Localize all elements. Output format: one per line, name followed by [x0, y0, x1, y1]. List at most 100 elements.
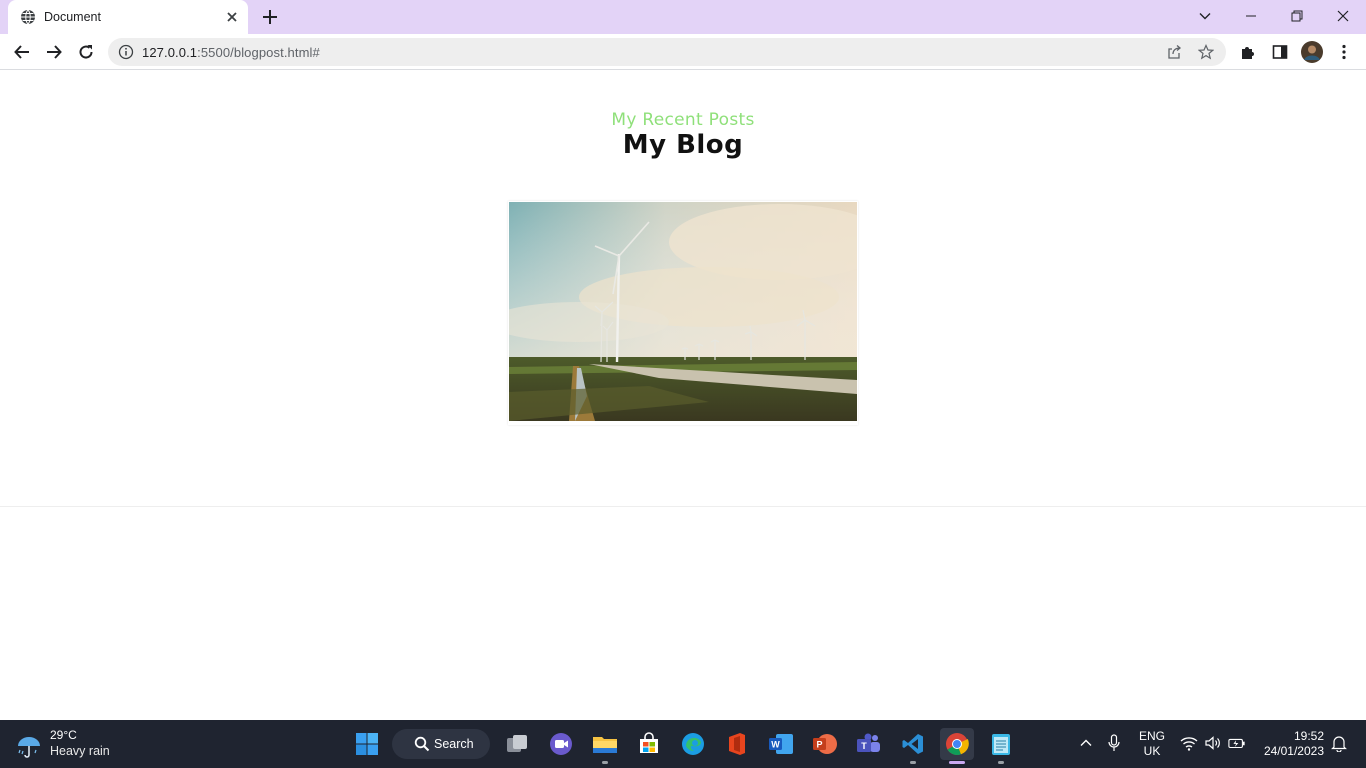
microphone-icon — [1108, 734, 1120, 751]
active-indicator — [949, 761, 965, 764]
close-icon[interactable] — [224, 9, 240, 25]
office-button[interactable] — [722, 728, 752, 760]
running-indicator — [602, 761, 608, 764]
side-panel-icon — [1272, 45, 1288, 59]
share-icon[interactable] — [1166, 44, 1182, 60]
restore-icon — [1291, 10, 1303, 22]
taskbar-search[interactable]: Search — [392, 729, 490, 759]
battery-button[interactable] — [1228, 734, 1246, 752]
windows-logo-icon — [356, 733, 378, 755]
umbrella-rain-icon — [18, 737, 40, 758]
tab-search-button[interactable] — [1193, 5, 1217, 27]
edge-icon — [682, 733, 704, 755]
word-button[interactable]: W — [766, 728, 796, 760]
notification-bell-icon — [1331, 736, 1347, 752]
running-indicator — [910, 761, 916, 764]
plus-icon[interactable] — [260, 7, 280, 27]
url-host: 127.0.0.1 — [142, 45, 198, 60]
notepad-button[interactable] — [986, 728, 1016, 764]
powerpoint-icon: P — [813, 734, 837, 754]
weather-widget[interactable]: 29°C Heavy rain — [16, 728, 126, 762]
blog-post-card[interactable] — [508, 201, 858, 425]
show-hidden-icons-button[interactable] — [1077, 734, 1095, 752]
back-button[interactable] — [12, 42, 32, 62]
powerpoint-button[interactable]: P — [810, 728, 840, 760]
language-indicator[interactable]: ENG UK — [1134, 729, 1170, 759]
chevron-up-icon — [1080, 739, 1092, 746]
chrome-button[interactable] — [940, 728, 974, 764]
clock-time: 19:52 — [1293, 729, 1324, 743]
blog-post-image[interactable] — [509, 202, 857, 421]
teams-chat-button[interactable] — [546, 728, 576, 760]
extensions-button[interactable] — [1238, 42, 1258, 62]
running-indicator — [998, 761, 1004, 764]
page-title: My Blog — [622, 130, 744, 160]
tab-document[interactable]: Document — [8, 0, 248, 34]
minimize-button[interactable] — [1239, 5, 1263, 27]
clock[interactable]: 19:52 24/01/2023 — [1256, 729, 1324, 759]
microsoft-store-button[interactable] — [634, 728, 664, 760]
file-explorer-button[interactable] — [590, 728, 620, 764]
weather-condition: Heavy rain — [50, 744, 110, 758]
close-window-icon — [1337, 10, 1349, 22]
wifi-icon — [1180, 737, 1198, 751]
volume-button[interactable] — [1204, 734, 1222, 752]
address-bar[interactable]: 127.0.0.1:5500/blogpost.html# — [108, 38, 1226, 66]
page-subtitle: My Recent Posts — [611, 110, 755, 130]
close-window-button[interactable] — [1331, 5, 1355, 27]
reload-icon — [79, 45, 93, 59]
clock-date: 24/01/2023 — [1263, 744, 1324, 758]
teams-button[interactable]: T — [854, 728, 884, 760]
extensions-icon — [1242, 47, 1254, 59]
menu-icon — [1342, 44, 1346, 60]
volume-icon — [1205, 736, 1220, 750]
side-panel-button[interactable] — [1270, 42, 1290, 62]
task-view-button[interactable] — [502, 728, 532, 760]
forward-button[interactable] — [44, 42, 64, 62]
weather-temperature: 29°C — [50, 728, 77, 742]
microphone-button[interactable] — [1105, 734, 1123, 752]
edge-button[interactable] — [678, 728, 708, 760]
store-icon — [640, 732, 658, 753]
minimize-icon — [1246, 15, 1256, 17]
vscode-button[interactable] — [898, 728, 928, 764]
word-icon: W — [769, 734, 793, 754]
svg-text:W: W — [771, 740, 780, 750]
battery-charging-icon — [1228, 738, 1245, 749]
info-icon[interactable] — [118, 44, 134, 60]
office-icon — [729, 733, 745, 755]
section-divider — [0, 506, 1366, 507]
search-icon — [414, 736, 430, 752]
avatar-image — [1301, 41, 1323, 63]
chrome-icon — [946, 733, 969, 755]
network-button[interactable] — [1180, 734, 1198, 752]
menu-button[interactable] — [1334, 42, 1354, 62]
avatar[interactable] — [1301, 41, 1323, 63]
teams-icon: T — [857, 733, 880, 752]
notepad-icon — [992, 734, 1010, 755]
start-button[interactable] — [352, 728, 382, 760]
windows-taskbar: 29°C Heavy rain Search W P T ENG UK 19:5… — [0, 720, 1366, 768]
restore-button[interactable] — [1285, 5, 1309, 27]
task-view-icon — [507, 735, 527, 752]
back-icon — [14, 45, 29, 59]
tab-title: Document — [44, 10, 101, 24]
url-text[interactable]: 127.0.0.1:5500/blogpost.html# — [142, 45, 320, 60]
vscode-icon — [902, 734, 923, 754]
reload-button[interactable] — [76, 42, 96, 62]
url-path: :5500/blogpost.html# — [197, 45, 320, 60]
folder-icon — [593, 737, 617, 753]
globe-icon — [21, 9, 35, 25]
svg-text:T: T — [861, 741, 867, 751]
svg-text:P: P — [816, 740, 822, 750]
notifications-button[interactable] — [1330, 734, 1348, 752]
search-label: Search — [434, 737, 474, 751]
language-code: ENG — [1138, 729, 1165, 743]
forward-icon — [47, 45, 62, 59]
browser-toolbar: 127.0.0.1:5500/blogpost.html# — [0, 34, 1366, 70]
keyboard-region: UK — [1143, 744, 1161, 758]
teams-chat-icon — [550, 733, 572, 755]
star-icon[interactable] — [1198, 44, 1214, 60]
page-content: My Recent Posts My Blog — [0, 71, 1366, 720]
tab-strip: Document — [0, 0, 1366, 34]
